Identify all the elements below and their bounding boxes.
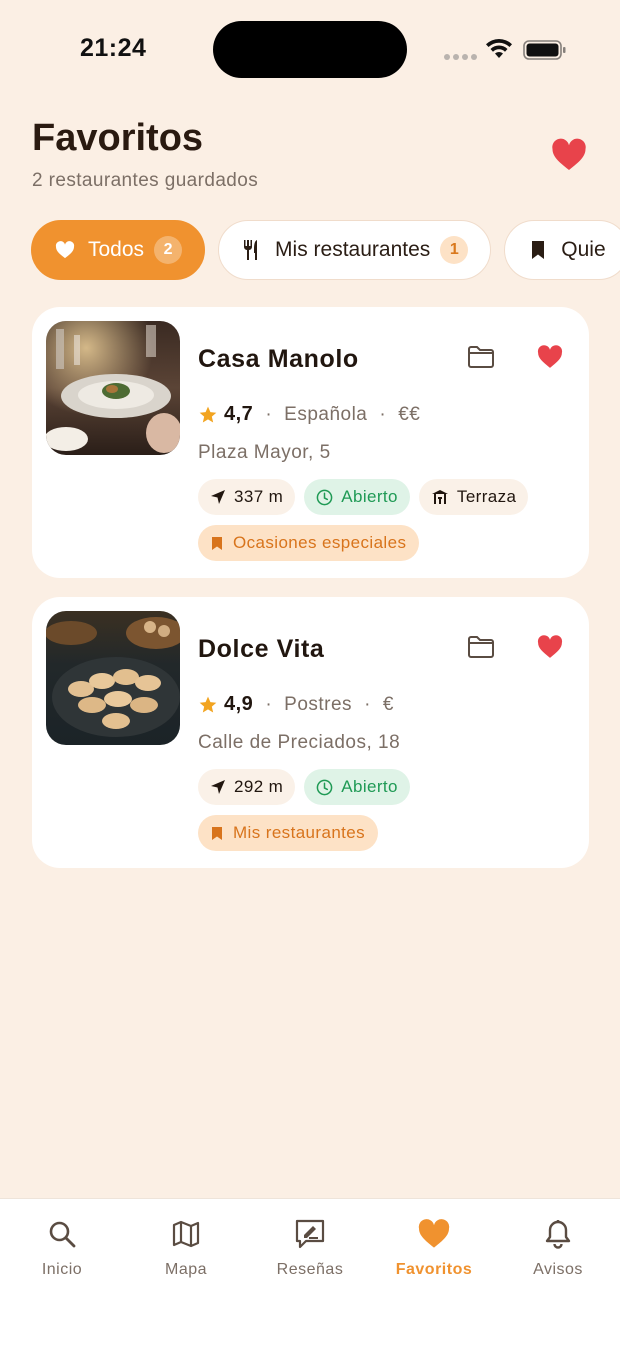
feature-tag: Terraza xyxy=(418,479,529,515)
open-status-label: Abierto xyxy=(341,487,398,506)
chip-label: Mis restaurantes xyxy=(275,238,431,261)
nav-inicio[interactable]: Inicio xyxy=(0,1217,124,1279)
wifi-icon xyxy=(486,38,512,58)
dynamic-island xyxy=(213,21,407,78)
open-status-tag: Abierto xyxy=(304,769,410,805)
nav-favoritos[interactable]: Favoritos xyxy=(372,1217,496,1279)
restaurant-card[interactable]: Dolce Vita 4,9 · Postres · € Calle de Pr… xyxy=(32,597,589,868)
chip-count-badge: 2 xyxy=(154,236,183,264)
distance-label: 292 m xyxy=(234,777,284,796)
nav-label: Avisos xyxy=(533,1261,583,1278)
restaurant-photo xyxy=(46,321,180,455)
chip-todos[interactable]: Todos 2 xyxy=(31,220,206,280)
nav-avisos[interactable]: Avisos xyxy=(496,1217,620,1279)
cuisine-label: Postres xyxy=(284,693,353,715)
navigation-arrow-icon xyxy=(211,780,225,794)
distance-tag: 292 m xyxy=(198,769,296,805)
nav-mapa[interactable]: Mapa xyxy=(124,1217,248,1279)
star-icon xyxy=(199,696,217,712)
open-status-tag: Abierto xyxy=(304,479,410,515)
price-level: € xyxy=(382,693,394,715)
fork-knife-icon xyxy=(241,239,263,261)
collection-tag[interactable]: Mis restaurantes xyxy=(198,815,379,851)
restaurant-photo xyxy=(46,611,180,745)
page-subtitle: 2 restaurantes guardados xyxy=(32,170,259,191)
restaurant-name: Casa Manolo xyxy=(198,345,359,373)
chip-label: Todos xyxy=(88,238,145,261)
bottom-nav: Inicio Mapa Reseñas Favoritos Avisos xyxy=(0,1198,620,1348)
status-time: 21:24 xyxy=(80,34,147,62)
restaurant-card[interactable]: Casa Manolo 4,7 · Española · €€ Plaza Ma… xyxy=(32,307,589,578)
clock-icon xyxy=(316,779,333,795)
chip-mis-restaurantes[interactable]: Mis restaurantes 1 xyxy=(218,220,492,280)
star-icon xyxy=(199,406,217,422)
navigation-arrow-icon xyxy=(211,490,225,504)
filter-chips: Todos 2 Mis restaurantes 1 Quie xyxy=(31,220,620,280)
nav-label: Mapa xyxy=(164,1261,208,1278)
terrace-icon xyxy=(431,490,448,504)
folder-icon[interactable] xyxy=(467,345,495,369)
map-icon xyxy=(169,1217,203,1251)
chip-label: Quie xyxy=(561,238,606,261)
favorite-heart-icon[interactable] xyxy=(537,345,563,369)
page-title: Favoritos xyxy=(32,117,204,159)
restaurant-address: Calle de Preciados, 18 xyxy=(198,732,401,753)
chip-quiero-ir[interactable]: Quie xyxy=(504,220,620,280)
nav-label: Reseñas xyxy=(276,1261,344,1278)
collection-tag[interactable]: Ocasiones especiales xyxy=(198,525,420,561)
restaurant-name: Dolce Vita xyxy=(198,635,325,663)
bell-icon xyxy=(541,1217,575,1251)
nav-label: Favoritos xyxy=(395,1261,473,1278)
collection-label: Ocasiones especiales xyxy=(233,533,407,552)
favorite-heart-icon[interactable] xyxy=(537,635,563,659)
distance-label: 337 m xyxy=(234,487,284,506)
collection-label: Mis restaurantes xyxy=(233,823,366,842)
nav-label: Inicio xyxy=(41,1261,83,1278)
bookmark-icon xyxy=(212,826,222,840)
rating-value: 4,9 xyxy=(224,693,254,715)
tag-row: 337 m Abierto Terraza xyxy=(198,479,529,515)
chip-count-badge: 1 xyxy=(440,236,469,264)
restaurant-meta: 4,7 · Española · €€ xyxy=(198,403,420,426)
cuisine-label: Española xyxy=(284,403,368,425)
cellular-signal-icon xyxy=(444,54,477,60)
feature-label: Terraza xyxy=(456,487,517,506)
bookmark-icon xyxy=(527,239,549,261)
rating-value: 4,7 xyxy=(224,403,254,425)
review-icon xyxy=(293,1217,327,1251)
restaurant-meta: 4,9 · Postres · € xyxy=(198,693,394,716)
distance-tag: 337 m xyxy=(198,479,296,515)
folder-icon[interactable] xyxy=(467,635,495,659)
heart-icon xyxy=(54,239,76,261)
restaurant-address: Plaza Mayor, 5 xyxy=(198,442,331,463)
battery-icon xyxy=(523,40,566,60)
search-icon xyxy=(45,1217,79,1251)
heart-icon xyxy=(417,1217,451,1251)
price-level: €€ xyxy=(398,403,421,425)
heart-icon xyxy=(552,138,586,170)
nav-resenas[interactable]: Reseñas xyxy=(248,1217,372,1279)
clock-icon xyxy=(316,489,333,505)
open-status-label: Abierto xyxy=(341,777,398,796)
bookmark-icon xyxy=(212,536,222,550)
tag-row: 292 m Abierto xyxy=(198,769,410,805)
